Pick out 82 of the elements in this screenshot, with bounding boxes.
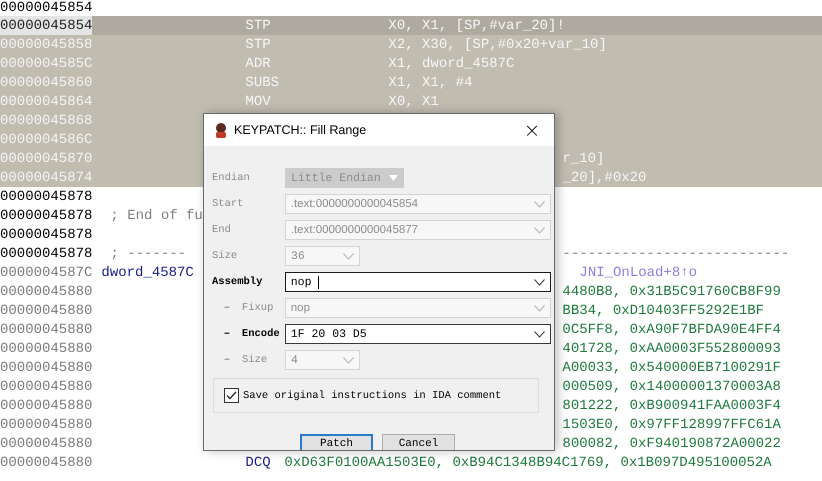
field-label: Assembly (212, 276, 264, 288)
mnemonic-text: DCQ (245, 454, 272, 470)
field-label: Size (242, 354, 268, 366)
address-text: 00000045880 (0, 416, 92, 434)
chevron-down-icon (343, 356, 354, 364)
field-label: Encode (242, 328, 281, 340)
code-text: --------------------------- (562, 246, 790, 262)
address-text: 00000045868 (0, 112, 92, 130)
address-text: 0000004586C (0, 130, 92, 149)
field-label: Endian (212, 172, 251, 184)
code-text: 000509, 0x14000001370003A8 (562, 378, 781, 394)
address-text: 00000045880 (0, 454, 92, 472)
address-text: 00000045864 (0, 92, 92, 111)
code-text: r_10] (562, 150, 604, 166)
field-label: End (212, 224, 232, 236)
address-text: 0000004587C (0, 264, 92, 282)
chevron-down-icon (534, 200, 545, 208)
address-text: 00000045880 (0, 358, 92, 377)
chevron-down-icon (534, 304, 545, 312)
field-label: Fixup (242, 302, 274, 314)
dropdown-arrow-icon (388, 175, 398, 181)
address-text: 00000045878 (0, 188, 92, 206)
window-title: KEYPATCH:: Fill Range (234, 123, 366, 137)
operands-text: 0xD63F0100AA1503E0, 0xB94C1348B94C1769, 0x1B097D495100052A (284, 454, 772, 470)
xref-text: JNI_OnLoad+8↑o (579, 264, 698, 280)
combo-field[interactable]: nop (284, 272, 551, 292)
checkbox[interactable] (224, 388, 239, 403)
operands-text: X2, X30, [SP,#0x20+var_10] (388, 36, 607, 52)
check-icon (226, 391, 237, 400)
app-icon (213, 122, 229, 138)
mnemonic-text: ADR (245, 56, 272, 72)
code-text: 0C5FF8, 0xA90F7BFDA90E4FF4 (562, 322, 781, 338)
dash-text: – (222, 302, 232, 314)
chevron-down-icon (534, 278, 545, 286)
operands-text: X1, dword_4587C (388, 56, 514, 72)
chevron-down-icon (534, 330, 545, 338)
mnemonic-text: STP (245, 36, 272, 52)
address-text: 00000045854 (0, 0, 92, 16)
code-text: BB34, 0xD10403FF5292E1BF (562, 302, 764, 318)
field-label: Size (212, 250, 238, 262)
code-text: 800082, 0xF940190872A00022 (562, 436, 781, 452)
code-text: A00033, 0x540000EB7100291F (562, 360, 781, 376)
dash-text: – (222, 354, 232, 366)
code-text: 401728, 0xAA0003F552800093 (562, 340, 781, 356)
address-text: 00000045854 (0, 16, 92, 35)
operands-text: X1, X1, #4 (388, 74, 472, 90)
address-text: 00000045878 (0, 206, 92, 225)
address-text: 00000045880 (0, 282, 92, 301)
label-text: dword_4587C (101, 264, 194, 280)
code-text: _20],#0x20 (562, 170, 646, 186)
checkbox-label: Save original instructions in IDA comment (243, 390, 502, 402)
address-text: 00000045880 (0, 340, 92, 358)
address-text: 00000045880 (0, 320, 92, 339)
chevron-down-icon (343, 252, 354, 260)
address-text: 0000004585C (0, 54, 92, 73)
address-text: 00000045878 (0, 226, 92, 244)
dash-text: – (222, 328, 232, 340)
address-text: 00000045870 (0, 150, 92, 168)
code-text: 1503E0, 0x97FF128997FFC61A (562, 416, 781, 432)
mnemonic-text: STP (245, 18, 272, 34)
address-text: 00000045880 (0, 396, 92, 415)
address-text: 00000045880 (0, 434, 92, 453)
operands-text: X0, X1, [SP,#var_20]! (388, 18, 565, 34)
address-text: 00000045878 (0, 244, 92, 263)
address-text: 00000045880 (0, 378, 92, 396)
mnemonic-text: SUBS (245, 74, 280, 90)
combo-field[interactable]: 1F 20 03 D5 (284, 324, 551, 344)
comment-text: ; End of fu (110, 208, 203, 224)
code-text: 801222, 0xB900941FAA0003F4 (562, 398, 781, 414)
address-text: 00000045880 (0, 302, 92, 320)
chevron-down-icon (534, 226, 545, 234)
close-button[interactable]: × (510, 114, 554, 146)
comment-text: ; ------- (110, 246, 186, 262)
dialog-button[interactable]: Patch (300, 434, 373, 450)
address-text: 00000045874 (0, 168, 92, 187)
operands-text: X0, X1 (388, 94, 439, 110)
address-text: 00000045858 (0, 36, 92, 54)
dialog-button[interactable]: Cancel (382, 434, 455, 450)
mnemonic-text: MOV (245, 94, 272, 110)
address-text: 00000045860 (0, 74, 92, 92)
field-label: Start (212, 198, 245, 210)
code-text: 4480B8, 0x31B5C91760CB8F99 (562, 284, 781, 300)
